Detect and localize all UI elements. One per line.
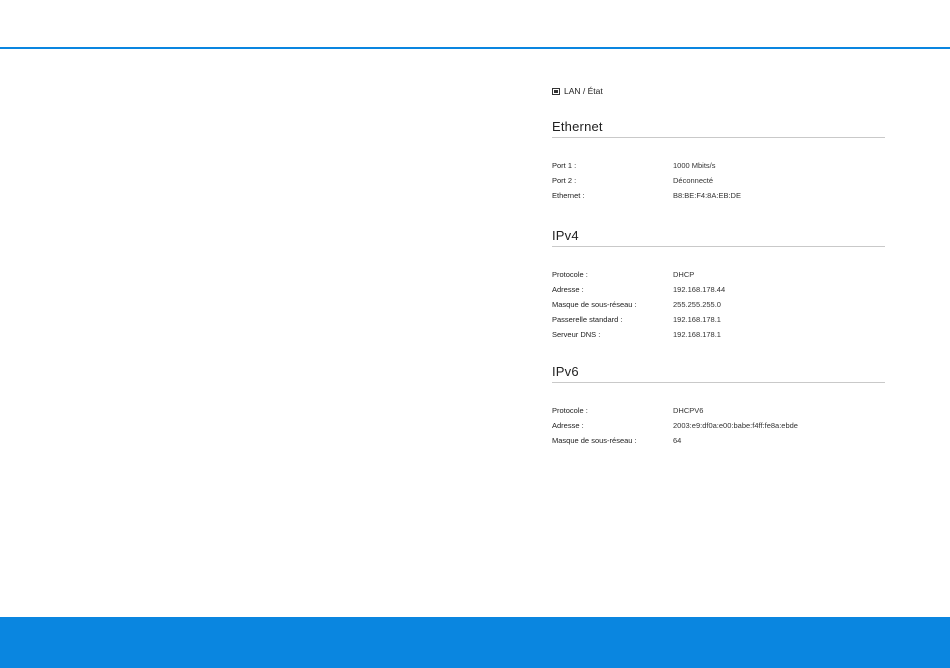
info-label: Masque de sous-réseau : bbox=[552, 300, 637, 309]
info-row: Port 2 : Déconnecté bbox=[552, 173, 885, 188]
section-title-ipv4: IPv4 bbox=[552, 228, 885, 247]
breadcrumb-text: LAN / État bbox=[564, 86, 603, 96]
footer-bar bbox=[0, 617, 950, 668]
info-row: Protocole : DHCPV6 bbox=[552, 403, 885, 418]
info-value: DHCPV6 bbox=[673, 406, 704, 415]
info-label: Port 2 : bbox=[552, 176, 577, 185]
info-label: Protocole : bbox=[552, 270, 588, 279]
info-row: Serveur DNS : 192.168.178.1 bbox=[552, 327, 885, 342]
ipv4-info-list: Protocole : DHCP Adresse : 192.168.178.4… bbox=[552, 267, 885, 342]
info-row: Passerelle standard : 192.168.178.1 bbox=[552, 312, 885, 327]
section-title-ethernet: Ethernet bbox=[552, 119, 885, 138]
info-value: 1000 Mbits/s bbox=[673, 161, 716, 170]
info-label: Serveur DNS : bbox=[552, 330, 601, 339]
info-row: Port 1 : 1000 Mbits/s bbox=[552, 158, 885, 173]
info-value: 255.255.255.0 bbox=[673, 300, 721, 309]
info-value: 192.168.178.44 bbox=[673, 285, 726, 294]
info-value: Déconnecté bbox=[673, 176, 714, 185]
info-value: 192.168.178.1 bbox=[673, 330, 721, 339]
ipv6-info-list: Protocole : DHCPV6 Adresse : 2003:e9:df0… bbox=[552, 403, 885, 448]
info-row: Adresse : 192.168.178.44 bbox=[552, 282, 885, 297]
info-row: Adresse : 2003:e9:df0a:e00:babe:f4ff:fe8… bbox=[552, 418, 885, 433]
info-label: Passerelle standard : bbox=[552, 315, 623, 324]
info-value: 64 bbox=[673, 436, 682, 445]
info-label: Masque de sous-réseau : bbox=[552, 436, 637, 445]
header-divider bbox=[0, 47, 950, 49]
info-value: DHCP bbox=[673, 270, 695, 279]
info-value: B8:BE:F4:8A:EB:DE bbox=[673, 191, 741, 200]
breadcrumb: LAN / État bbox=[552, 84, 885, 98]
info-label: Adresse : bbox=[552, 421, 584, 430]
info-label: Protocole : bbox=[552, 406, 588, 415]
info-label: Port 1 : bbox=[552, 161, 577, 170]
info-row: Masque de sous-réseau : 255.255.255.0 bbox=[552, 297, 885, 312]
info-value: 2003:e9:df0a:e00:babe:f4ff:fe8a:ebde bbox=[673, 421, 798, 430]
info-label: Adresse : bbox=[552, 285, 584, 294]
info-row: Masque de sous-réseau : 64 bbox=[552, 433, 885, 448]
lan-port-icon bbox=[552, 87, 560, 95]
info-label: Ethernet : bbox=[552, 191, 585, 200]
ethernet-info-list: Port 1 : 1000 Mbits/s Port 2 : Déconnect… bbox=[552, 158, 885, 203]
section-title-ipv6: IPv6 bbox=[552, 364, 885, 383]
info-row: Protocole : DHCP bbox=[552, 267, 885, 282]
info-row: Ethernet : B8:BE:F4:8A:EB:DE bbox=[552, 188, 885, 203]
lan-status-panel: LAN / État Ethernet Port 1 : 1000 Mbits/… bbox=[552, 84, 885, 448]
info-value: 192.168.178.1 bbox=[673, 315, 721, 324]
